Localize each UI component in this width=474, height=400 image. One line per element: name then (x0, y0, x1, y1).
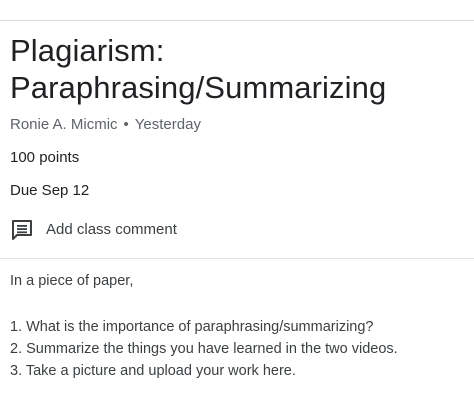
add-class-comment-button[interactable]: Add class comment (10, 218, 177, 242)
section-divider (0, 258, 474, 259)
instructions-intro: In a piece of paper, (10, 273, 134, 289)
author-name: Ronie A. Micmic (10, 116, 118, 133)
posted-date: Yesterday (134, 116, 201, 133)
add-class-comment-label: Add class comment (46, 221, 177, 238)
assignment-meta: Ronie A. Micmic • Yesterday (10, 116, 201, 134)
assignment-points: 100 points (10, 149, 80, 166)
instruction-item: 1. What is the importance of paraphrasin… (10, 319, 374, 335)
instruction-item: 2. Summarize the things you have learned… (10, 341, 398, 357)
meta-separator: • (123, 116, 129, 133)
due-date: Due Sep 12 (10, 182, 90, 199)
assignment-instructions: In a piece of paper, 1. What is the impo… (10, 272, 470, 382)
assignment-title: Plagiarism: Paraphrasing/Summarizing (10, 33, 387, 105)
top-divider (0, 20, 474, 21)
comment-icon (10, 218, 34, 242)
instruction-item: 3. Take a picture and upload your work h… (10, 363, 296, 379)
